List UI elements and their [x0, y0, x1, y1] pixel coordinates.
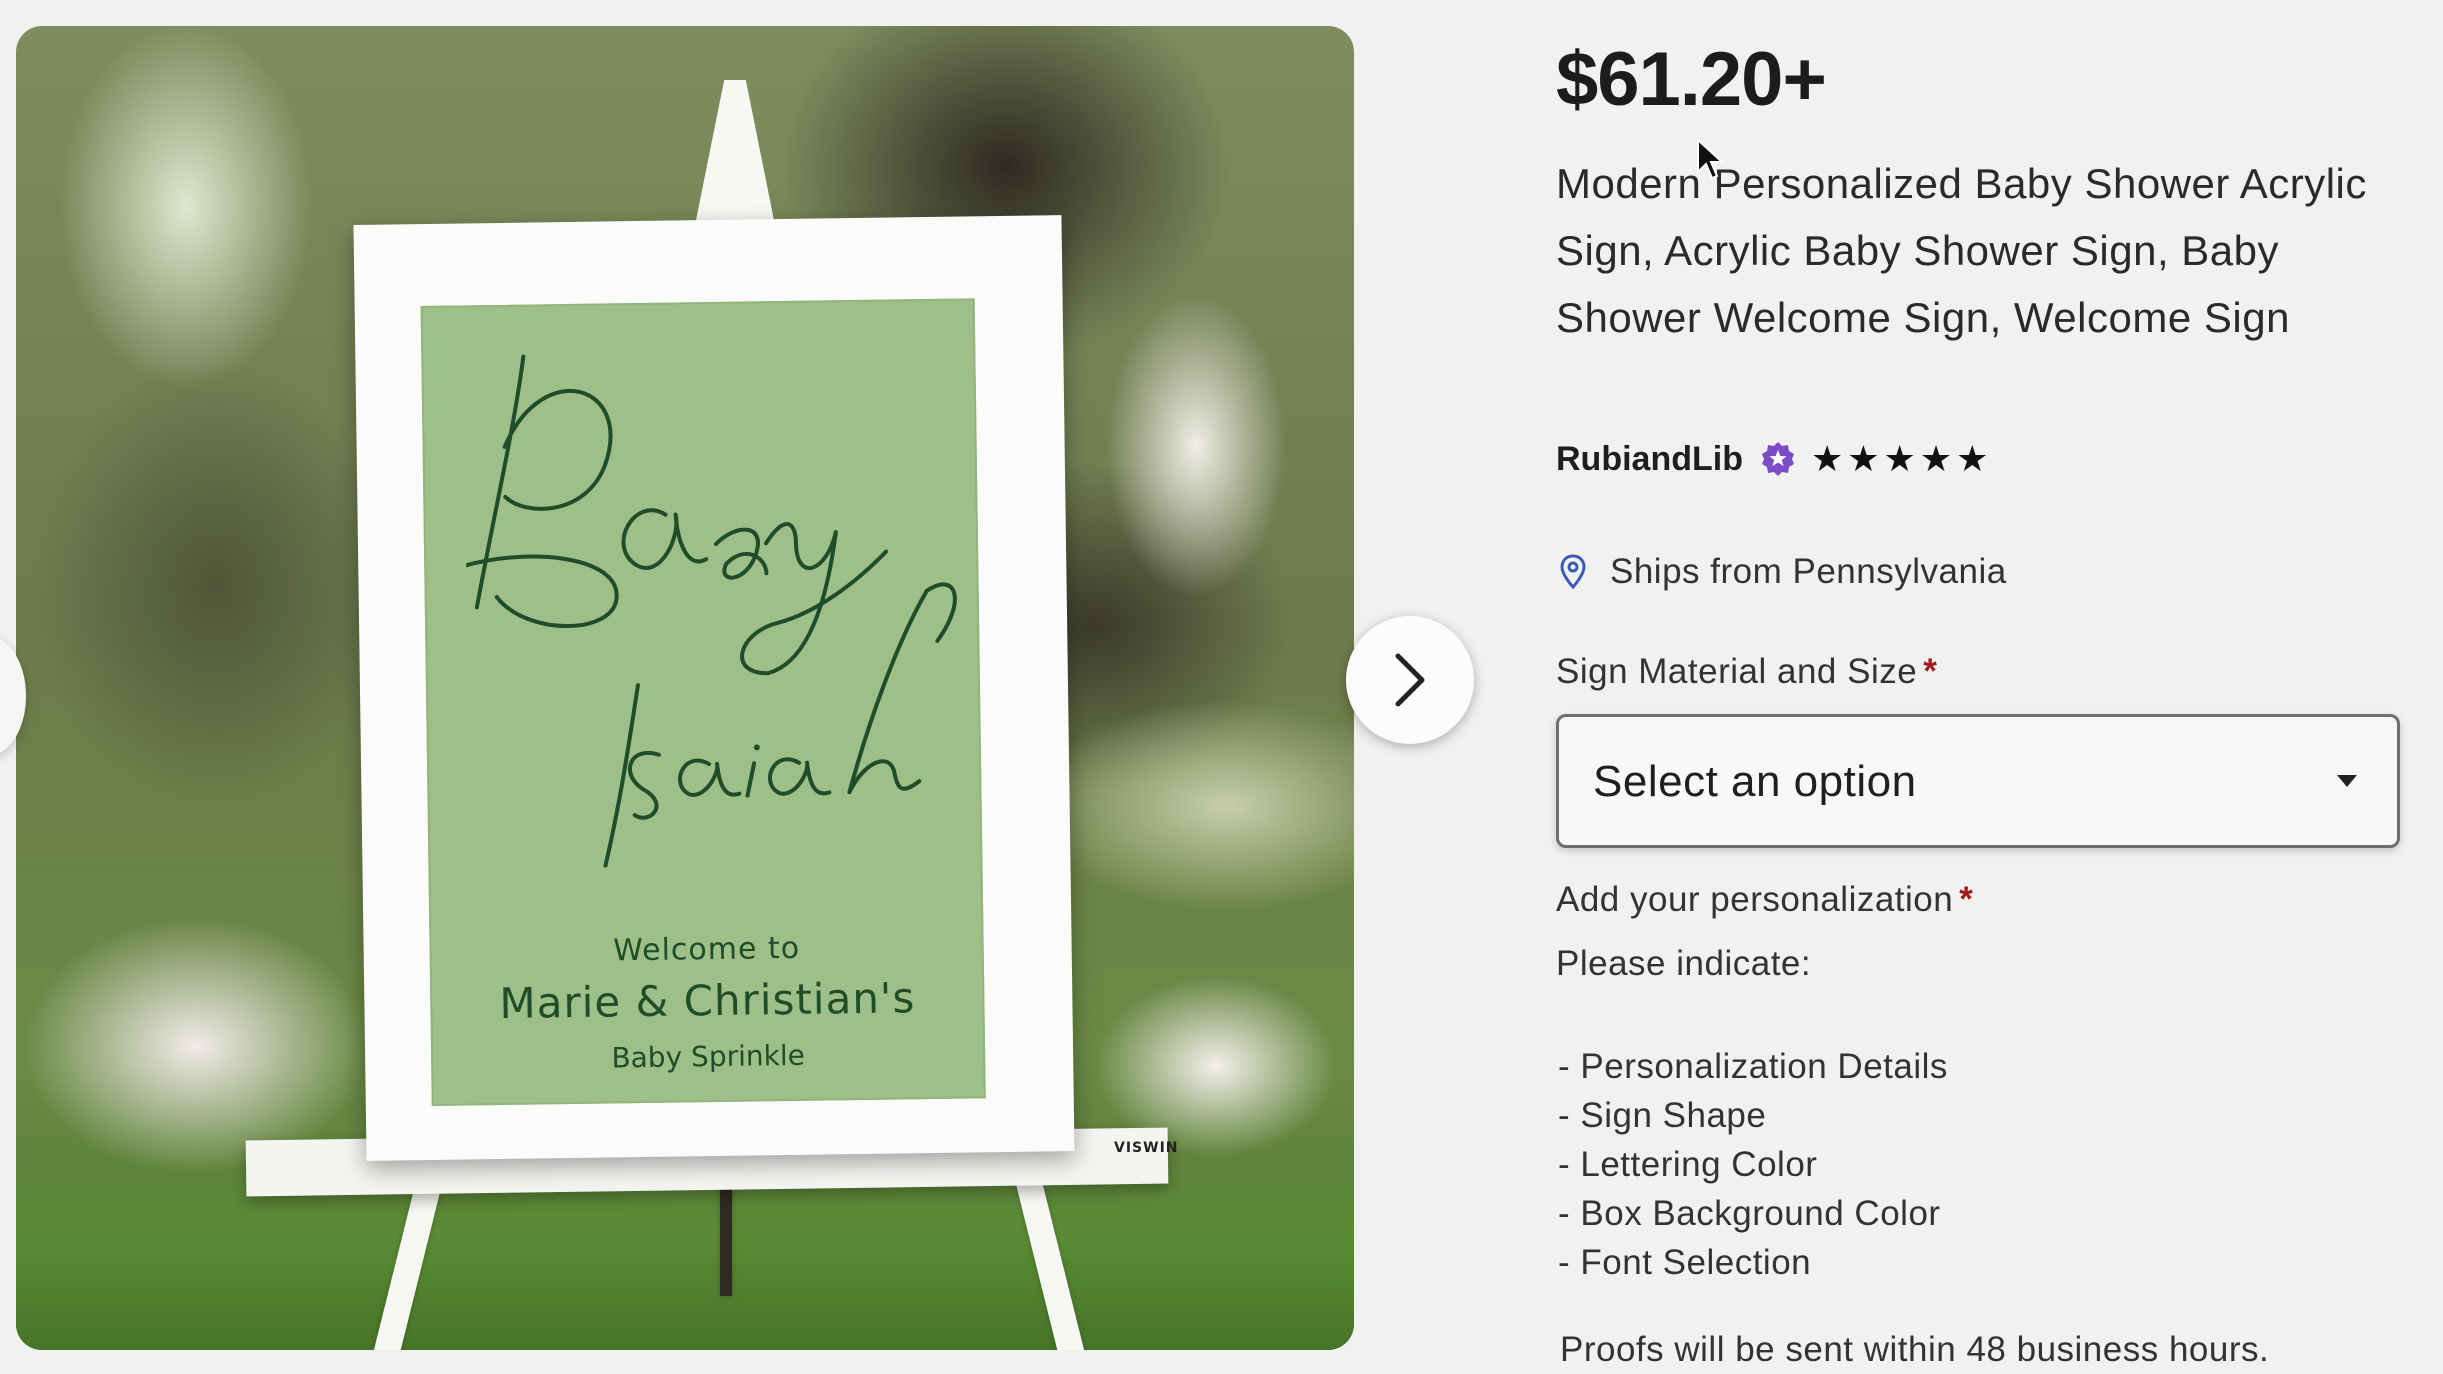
chevron-right-icon — [1395, 653, 1425, 707]
personalization-instructions: - Personalization Details - Sign Shape -… — [1558, 1042, 1948, 1287]
instruction-item: - Personalization Details — [1558, 1047, 1948, 1086]
sign-event-text: Baby Sprinkle — [611, 1038, 806, 1075]
shop-name-link[interactable]: RubiandLib — [1556, 440, 1743, 479]
sign-welcome-text: Welcome to — [612, 930, 801, 969]
brand-tag: VISWIN — [1114, 1140, 1179, 1156]
sign-green-panel: Welcome to Marie & Christian's Baby Spri… — [420, 298, 986, 1106]
ships-from-text: Ships from Pennsylvania — [1610, 552, 2007, 591]
variation-label-text: Sign Material and Size — [1556, 652, 1918, 691]
required-marker: * — [1959, 880, 1974, 919]
star-icon: ★ — [1847, 438, 1880, 479]
instruction-item: - Font Selection — [1558, 1243, 1812, 1282]
instruction-item: - Lettering Color — [1558, 1145, 1818, 1184]
next-image-button[interactable] — [1346, 616, 1474, 744]
variation-label: Sign Material and Size * — [1556, 652, 1937, 692]
baby-name-script — [463, 354, 957, 868]
acrylic-sign: Welcome to Marie & Christian's Baby Spri… — [353, 215, 1075, 1161]
easel-chain — [720, 1176, 732, 1296]
select-placeholder: Select an option — [1593, 757, 1917, 806]
listing-title: Modern Personalized Baby Shower Acrylic … — [1556, 160, 2367, 341]
required-marker: * — [1923, 652, 1938, 691]
star-seller-badge-icon[interactable] — [1759, 440, 1797, 478]
caret-down-icon — [2337, 775, 2357, 787]
personalization-intro: Please indicate: — [1556, 944, 1812, 983]
variation-select[interactable]: Select an option — [1556, 714, 2400, 848]
listing-page: Welcome to Marie & Christian's Baby Spri… — [0, 0, 2443, 1374]
sign-names-text: Marie & Christian's — [499, 973, 916, 1029]
mouse-cursor-icon — [1697, 138, 1725, 180]
rating-stars[interactable]: ★ ★ ★ ★ ★ — [1811, 441, 1988, 477]
star-icon: ★ — [1810, 438, 1844, 479]
shop-row: RubiandLib ★ ★ ★ ★ ★ — [1556, 436, 1988, 482]
personalization-label: Add your personalization * — [1556, 880, 1973, 920]
instruction-item: - Box Background Color — [1558, 1194, 1941, 1233]
proofs-note: Proofs will be sent within 48 business h… — [1560, 1330, 2270, 1369]
shipping-origin: Ships from Pennsylvania — [1560, 552, 2007, 592]
personalization-label-text: Add your personalization — [1556, 880, 1954, 919]
star-icon: ★ — [1883, 438, 1916, 479]
listing-image[interactable]: Welcome to Marie & Christian's Baby Spri… — [16, 26, 1354, 1350]
location-pin-icon — [1560, 554, 1586, 590]
listing-price: $61.20+ — [1556, 37, 1827, 122]
star-icon: ★ — [1919, 438, 1953, 479]
instruction-item: - Sign Shape — [1558, 1096, 1767, 1135]
star-icon: ★ — [1956, 438, 1989, 479]
